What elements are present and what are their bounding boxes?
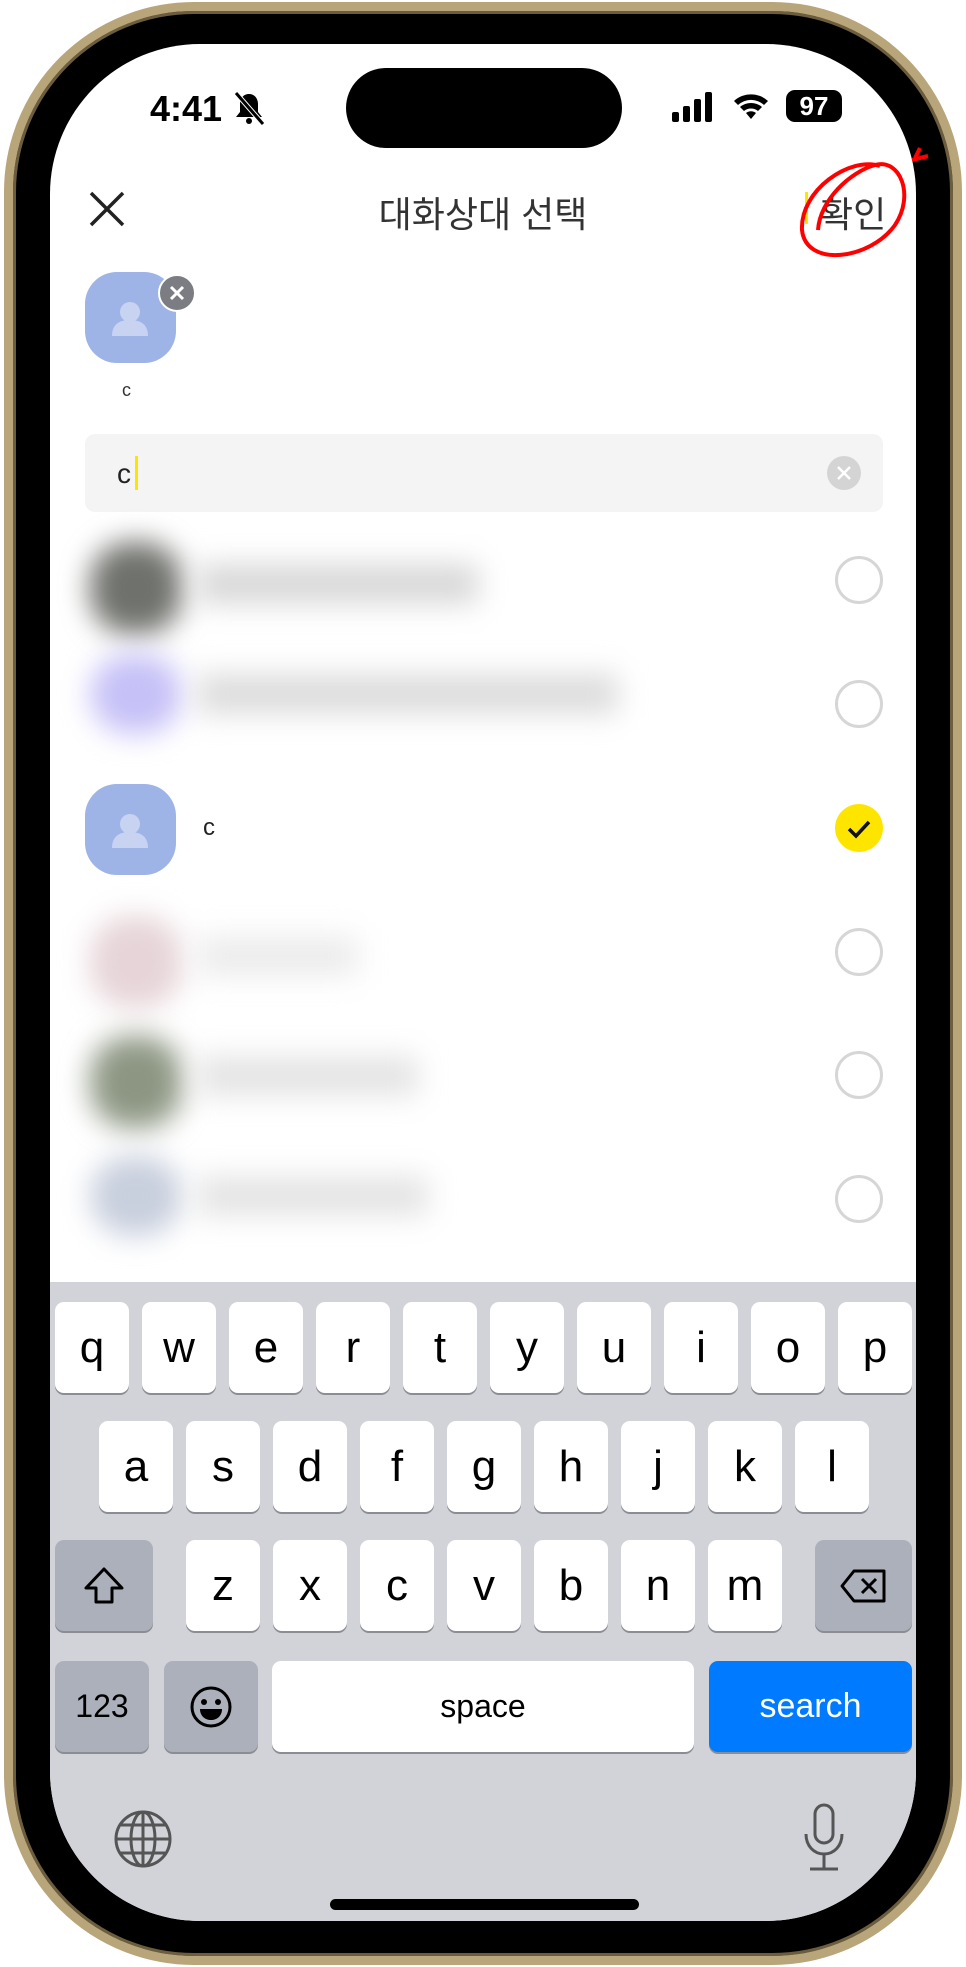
page-title: 대화상대 선택 [378,194,588,235]
select-radio[interactable] [835,1051,883,1099]
key-o[interactable]: o [751,1302,825,1393]
key-s[interactable]: s [186,1421,260,1512]
key-b[interactable]: b [534,1540,608,1631]
key-k[interactable]: k [708,1421,782,1512]
select-radio[interactable] [835,680,883,728]
list-item[interactable] [68,524,628,740]
emoji-icon [190,1686,232,1727]
select-radio[interactable] [835,1175,883,1223]
remove-selected-button[interactable] [158,274,196,312]
backspace-icon [840,1569,885,1602]
check-icon [847,820,871,839]
annotation-circle [799,147,929,258]
globe-icon[interactable] [112,1808,174,1870]
list-item[interactable]: c [68,776,928,886]
bell-slash-icon [234,91,265,126]
key-j[interactable]: j [621,1421,695,1512]
signal-icon [672,92,712,122]
key-a[interactable]: a [99,1421,173,1512]
home-indicator [330,1899,639,1910]
search-input[interactable]: c [85,434,883,512]
key-e[interactable]: e [229,1302,303,1393]
wifi-icon [734,94,768,119]
search-input-value: c [117,458,131,489]
status-time: 4:41 [150,88,223,129]
key-i[interactable]: i [664,1302,738,1393]
select-radio-checked[interactable] [835,804,883,852]
key-p[interactable]: p [838,1302,912,1393]
key-q[interactable]: q [55,1302,129,1393]
key-f[interactable]: f [360,1421,434,1512]
space-key[interactable]: space [272,1661,694,1752]
microphone-icon[interactable] [800,1802,848,1874]
select-radio[interactable] [835,556,883,604]
key-d[interactable]: d [273,1421,347,1512]
key-c[interactable]: c [360,1540,434,1631]
text-cursor [135,456,138,490]
contact-name: c [203,814,215,841]
select-radio[interactable] [835,928,883,976]
key-n[interactable]: n [621,1540,695,1631]
shift-icon [84,1567,124,1603]
key-l[interactable]: l [795,1421,869,1512]
shift-key[interactable] [55,1540,153,1631]
key-g[interactable]: g [447,1421,521,1512]
close-icon [169,285,185,301]
clear-search-icon[interactable] [827,456,861,490]
list-item[interactable] [68,896,468,1250]
key-m[interactable]: m [708,1540,782,1631]
dynamic-island [346,68,622,148]
search-key[interactable]: search [709,1661,912,1752]
person-icon [112,814,148,848]
key-w[interactable]: w [142,1302,216,1393]
numbers-key[interactable]: 123 [55,1661,149,1752]
key-u[interactable]: u [577,1302,651,1393]
key-x[interactable]: x [273,1540,347,1631]
key-v[interactable]: v [447,1540,521,1631]
delete-key[interactable] [815,1540,912,1631]
key-z[interactable]: z [186,1540,260,1631]
key-t[interactable]: t [403,1302,477,1393]
selected-name: c [122,380,131,400]
battery-indicator: 97 [786,90,842,122]
key-y[interactable]: y [490,1302,564,1393]
emoji-key[interactable] [164,1661,258,1752]
key-r[interactable]: r [316,1302,390,1393]
key-h[interactable]: h [534,1421,608,1512]
avatar [85,784,176,875]
close-icon[interactable] [88,190,126,228]
